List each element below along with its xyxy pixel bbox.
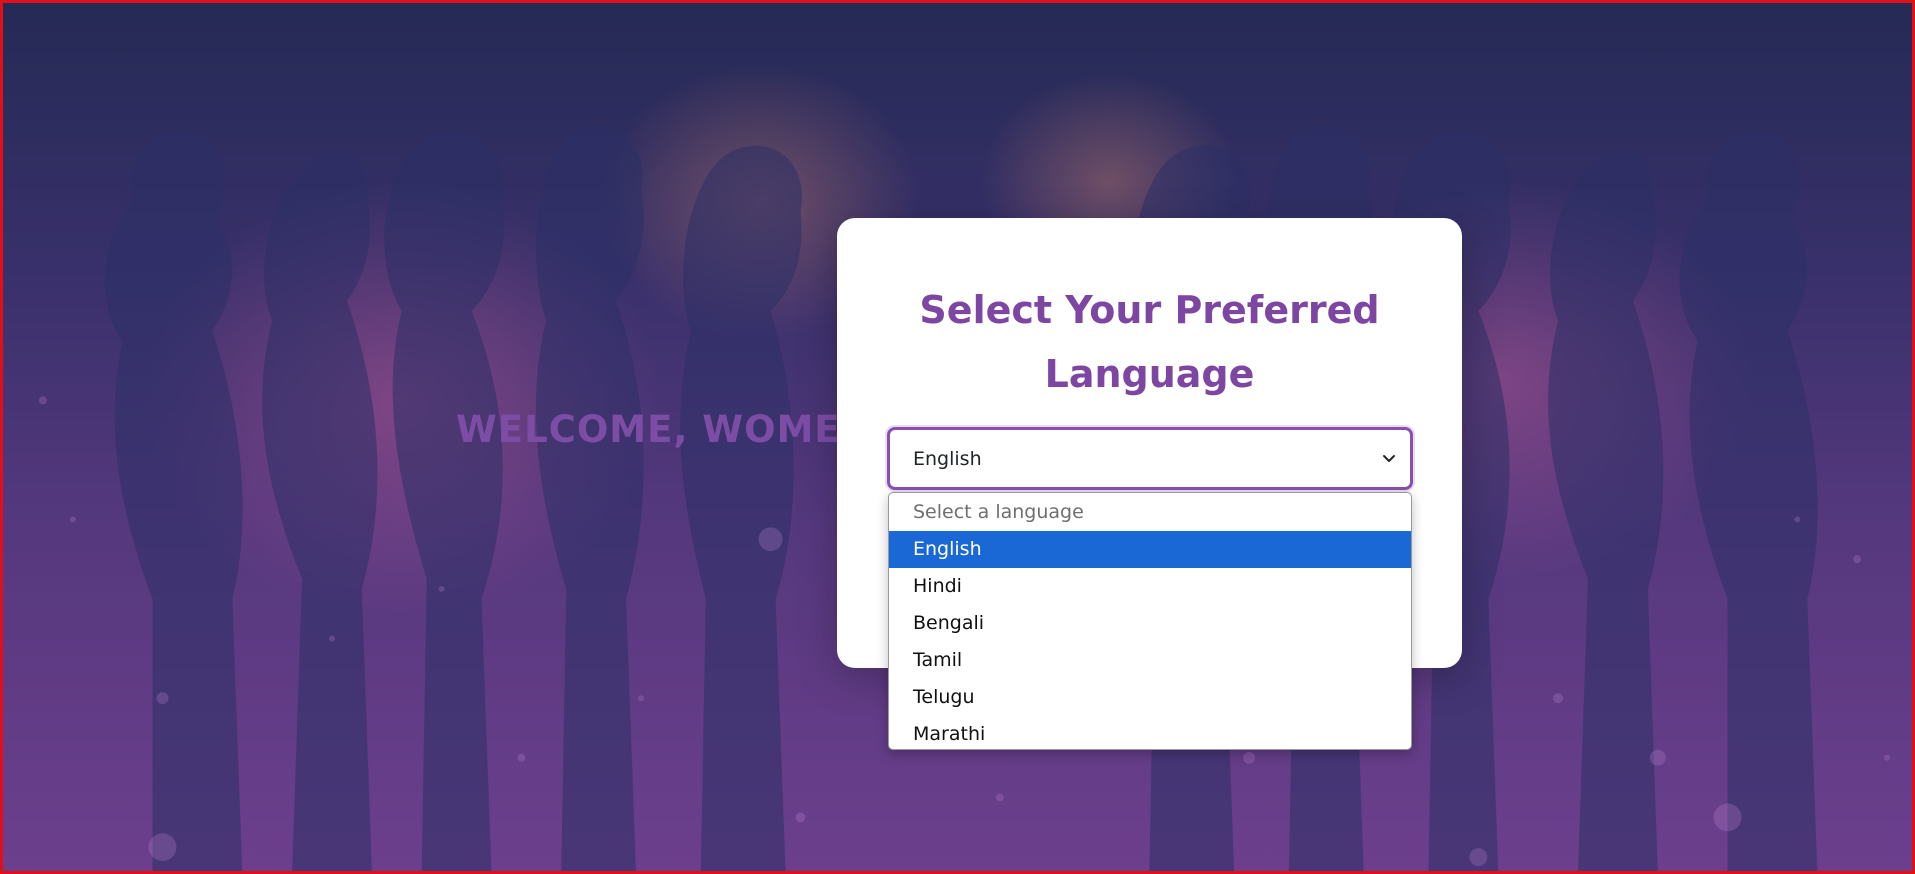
option-hindi[interactable]: Hindi bbox=[889, 568, 1411, 605]
option-bengali[interactable]: Bengali bbox=[889, 605, 1411, 642]
option-placeholder[interactable]: Select a language bbox=[889, 494, 1411, 531]
option-telugu[interactable]: Telugu bbox=[889, 679, 1411, 716]
language-select[interactable]: English bbox=[887, 427, 1413, 490]
welcome-heading: WELCOME, WOMEN bbox=[456, 408, 873, 451]
page-viewport: WELCOME, WOMEN Select Your Preferred Lan… bbox=[0, 0, 1915, 874]
language-dropdown-list: Select a language English Hindi Bengali … bbox=[888, 492, 1412, 750]
option-tamil[interactable]: Tamil bbox=[889, 642, 1411, 679]
option-english[interactable]: English bbox=[889, 531, 1411, 568]
option-marathi[interactable]: Marathi bbox=[889, 716, 1411, 749]
chevron-down-icon bbox=[1383, 455, 1395, 462]
language-select-value: English bbox=[913, 447, 982, 470]
card-title: Select Your Preferred Language bbox=[919, 288, 1380, 396]
